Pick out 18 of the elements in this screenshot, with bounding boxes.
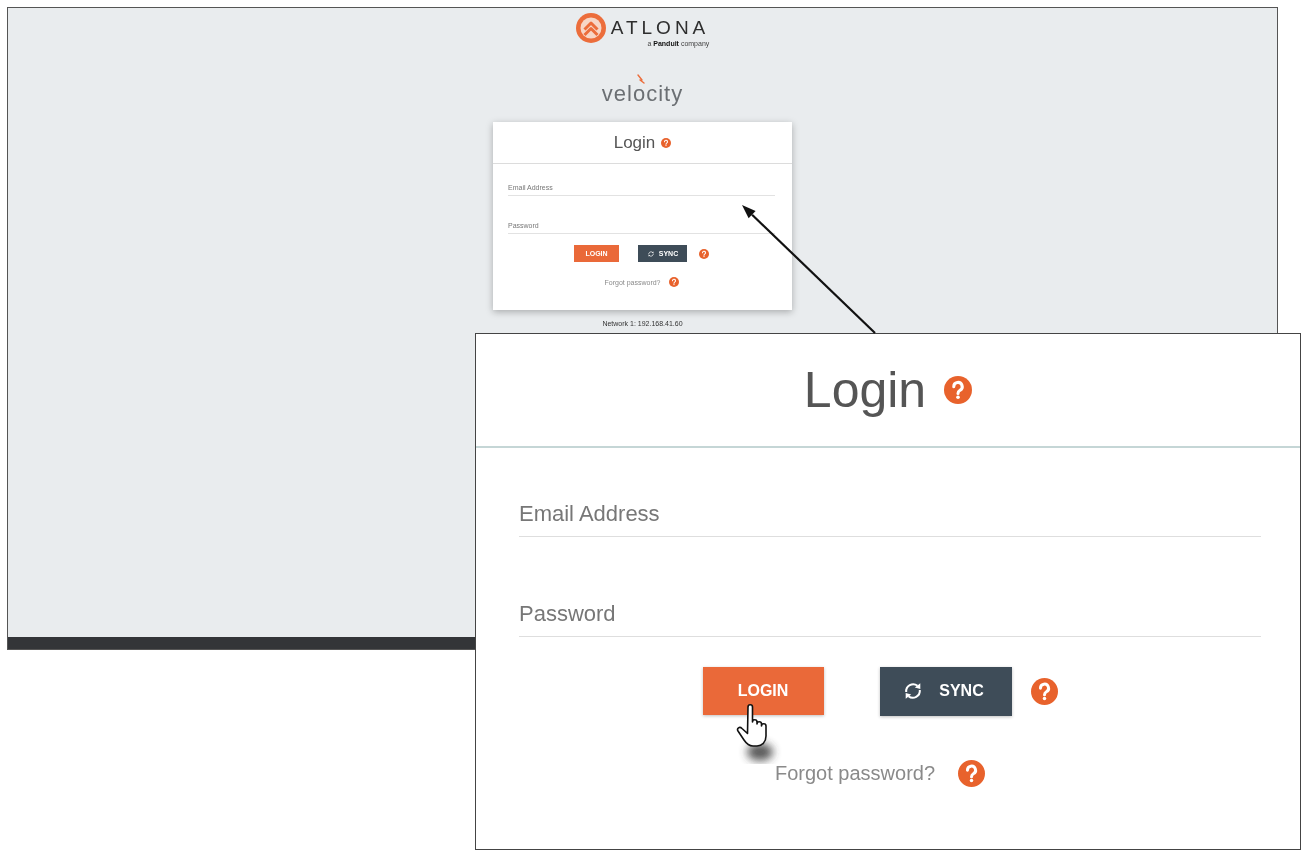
product-logo-text: velocity: [601, 84, 684, 104]
swoosh-icon: [636, 74, 645, 84]
brand-name: ATLONA: [610, 19, 710, 37]
sync-button[interactable]: SYNC: [879, 666, 1012, 716]
help-icon[interactable]: [668, 277, 679, 287]
login-title: Login: [613, 132, 656, 153]
help-icon[interactable]: [661, 137, 672, 148]
help-icon[interactable]: [958, 759, 986, 787]
forgot-password-link[interactable]: Forgot password?: [774, 761, 936, 785]
help-icon[interactable]: [699, 248, 709, 259]
brand-logo-icon: [575, 13, 606, 43]
login-button[interactable]: LOGIN: [702, 667, 824, 715]
sync-icon: [646, 249, 655, 258]
help-icon[interactable]: [944, 376, 973, 404]
input-field[interactable]: Email Address: [519, 491, 1261, 537]
login-title: Login: [803, 361, 927, 419]
help-icon[interactable]: [1030, 677, 1058, 705]
input-field[interactable]: Password: [519, 591, 1261, 637]
